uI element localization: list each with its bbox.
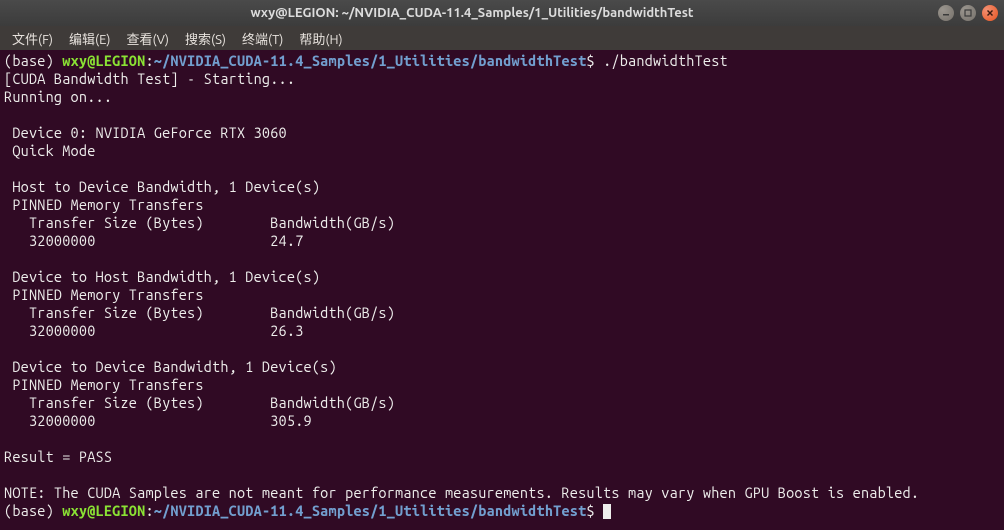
close-button[interactable] <box>982 5 998 21</box>
section-row: 32000000 24.7 <box>4 232 304 249</box>
prompt-colon: : <box>145 52 153 69</box>
section-pin: PINNED Memory Transfers <box>4 286 204 303</box>
section-title: Device to Host Bandwidth, 1 Device(s) <box>4 268 320 285</box>
prompt-dollar: $ <box>586 502 594 519</box>
command: ./bandwidthTest <box>595 52 728 69</box>
section-row: 32000000 26.3 <box>4 322 304 339</box>
terminal-window: wxy@LEGION: ~/NVIDIA_CUDA-11.4_Samples/1… <box>0 0 1004 530</box>
out-result: Result = PASS <box>4 448 112 465</box>
out-note: NOTE: The CUDA Samples are not meant for… <box>4 484 919 501</box>
out-line: Running on... <box>4 88 112 105</box>
prompt-env: (base) <box>4 502 62 519</box>
menu-file[interactable]: 文件(F) <box>4 27 61 50</box>
section-title: Device to Device Bandwidth, 1 Device(s) <box>4 358 337 375</box>
section-pin: PINNED Memory Transfers <box>4 376 204 393</box>
out-device: Device 0: NVIDIA GeForce RTX 3060 <box>4 124 287 141</box>
section-row: 32000000 305.9 <box>4 412 312 429</box>
menubar: 文件(F) 编辑(E) 查看(V) 搜索(S) 终端(T) 帮助(H) <box>0 26 1004 50</box>
window-controls <box>938 5 998 21</box>
prompt-userhost: wxy@LEGION <box>62 502 145 519</box>
titlebar[interactable]: wxy@LEGION: ~/NVIDIA_CUDA-11.4_Samples/1… <box>0 0 1004 26</box>
section-header: Transfer Size (Bytes) Bandwidth(GB/s) <box>4 394 395 411</box>
menu-help[interactable]: 帮助(H) <box>291 27 350 50</box>
prompt-userhost: wxy@LEGION <box>62 52 145 69</box>
out-mode: Quick Mode <box>4 142 96 159</box>
section-title: Host to Device Bandwidth, 1 Device(s) <box>4 178 320 195</box>
section-header: Transfer Size (Bytes) Bandwidth(GB/s) <box>4 304 395 321</box>
section-header: Transfer Size (Bytes) Bandwidth(GB/s) <box>4 214 395 231</box>
terminal-output[interactable]: (base) wxy@LEGION:~/NVIDIA_CUDA-11.4_Sam… <box>0 50 1004 530</box>
menu-search[interactable]: 搜索(S) <box>177 27 234 50</box>
cursor <box>603 504 611 519</box>
menu-edit[interactable]: 编辑(E) <box>61 27 118 50</box>
prompt-path: ~/NVIDIA_CUDA-11.4_Samples/1_Utilities/b… <box>154 502 587 519</box>
out-line: [CUDA Bandwidth Test] - Starting... <box>4 70 295 87</box>
section-pin: PINNED Memory Transfers <box>4 196 204 213</box>
minimize-button[interactable] <box>938 5 954 21</box>
prompt-env: (base) <box>4 52 62 69</box>
prompt-colon: : <box>145 502 153 519</box>
menu-view[interactable]: 查看(V) <box>119 27 177 50</box>
menu-terminal[interactable]: 终端(T) <box>234 27 291 50</box>
maximize-button[interactable] <box>960 5 976 21</box>
window-title: wxy@LEGION: ~/NVIDIA_CUDA-11.4_Samples/1… <box>6 6 938 20</box>
prompt-path: ~/NVIDIA_CUDA-11.4_Samples/1_Utilities/b… <box>154 52 587 69</box>
prompt-dollar: $ <box>586 52 594 69</box>
